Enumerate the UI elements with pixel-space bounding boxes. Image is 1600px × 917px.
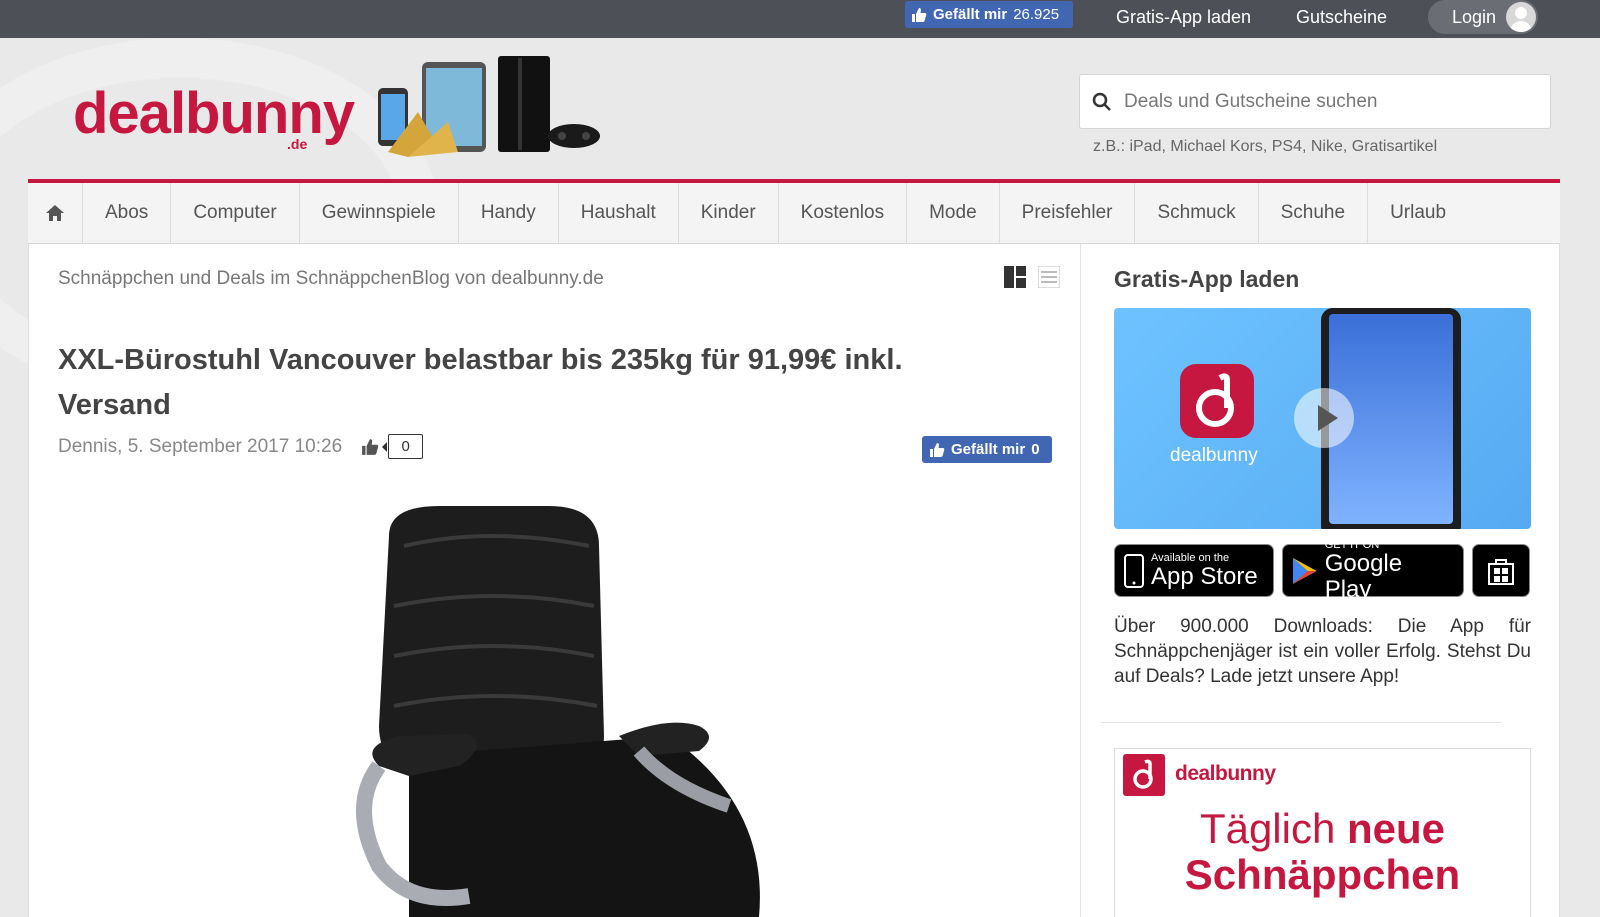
dealbunny-app-icon (1180, 364, 1254, 438)
coupons-link[interactable]: Gutscheine (1296, 5, 1387, 29)
google-play-icon (1292, 557, 1317, 584)
nav-item-computer[interactable]: Computer (171, 183, 300, 243)
search-input[interactable] (1124, 90, 1524, 113)
sidebar-title: Gratis-App laden (1114, 266, 1300, 292)
app-video[interactable]: dealbunny (1114, 308, 1531, 529)
promo-headline-2: Schnäppchen (1184, 851, 1461, 898)
user-avatar-icon (1506, 2, 1536, 32)
office-chair-image[interactable] (349, 506, 769, 917)
login-label: Login (1452, 6, 1497, 27)
view-toggle (1004, 266, 1060, 288)
nav-item-handy[interactable]: Handy (459, 183, 559, 243)
header-products-image (378, 56, 600, 157)
main-nav: Abos Computer Gewinnspiele Handy Haushal… (28, 179, 1560, 244)
nav-item-preisfehler[interactable]: Preisfehler (1000, 183, 1136, 243)
app-store-small-label: Available on the (1151, 551, 1230, 564)
nav-item-urlaub[interactable]: Urlaub (1368, 183, 1468, 243)
windows-store-icon (1488, 558, 1514, 585)
comment-count[interactable]: 0 (382, 434, 424, 459)
facebook-like-count: 26.925 (1013, 6, 1060, 23)
google-play-button[interactable]: GET IT ON Google Play (1282, 539, 1464, 602)
app-description: Über 900.000 Downloads: Die App für Schn… (1114, 616, 1531, 687)
home-icon (46, 205, 64, 221)
nav-item-kinder[interactable]: Kinder (679, 183, 779, 243)
main-content: Schnäppchen und Deals im SchnäppchenBlog… (28, 244, 1080, 917)
search-box[interactable] (1079, 74, 1551, 129)
facebook-like-label: Gefällt mir (933, 6, 1008, 23)
promo-word-taeglich: Täglich (1199, 805, 1336, 852)
nav-item-schuhe[interactable]: Schuhe (1259, 183, 1369, 243)
article-meta: Dennis, 5. September 2017 10:26 0 (58, 434, 424, 459)
nav-item-haushalt[interactable]: Haushalt (559, 183, 679, 243)
promo-headline-1: Täglich neue (1115, 805, 1530, 853)
sidebar: Gratis-App laden dealbunny Available on … (1080, 244, 1560, 917)
nav-item-mode[interactable]: Mode (907, 183, 1000, 243)
site-logo[interactable]: dealbunny (73, 80, 355, 147)
store-badges: Available on the App Store GET IT ON Goo… (1114, 539, 1530, 602)
search-hint: z.B.: iPad, Michael Kors, PS4, Nike, Gra… (1093, 138, 1438, 155)
article-facebook-like-label: Gefällt mir (951, 441, 1026, 458)
thumbs-up-icon (930, 442, 945, 457)
nav-home[interactable] (28, 183, 83, 243)
site-logo-tld: .de (287, 136, 308, 152)
top-bar: Gefällt mir 26.925 Gratis-App laden Guts… (0, 0, 1600, 38)
nav-item-abos[interactable]: Abos (83, 183, 172, 243)
app-store-big-label: App Store (1151, 562, 1258, 590)
article-author-date: Dennis, 5. September 2017 10:26 (58, 435, 343, 457)
thumbs-up-icon[interactable] (360, 438, 380, 456)
promo-brand: dealbunny (1175, 762, 1276, 785)
get-app-link[interactable]: Gratis-App laden (1116, 5, 1251, 29)
article-title[interactable]: XXL-Bürostuhl Vancouver belastbar bis 23… (58, 338, 958, 428)
phone-icon (1124, 553, 1144, 588)
promo-word-neue: neue (1347, 805, 1446, 852)
list-view-icon[interactable] (1038, 266, 1060, 288)
article-facebook-like-count: 0 (1031, 441, 1040, 458)
grid-view-icon[interactable] (1004, 266, 1026, 288)
sidebar-divider (1101, 722, 1501, 723)
blog-heading: Schnäppchen und Deals im SchnäppchenBlog… (58, 268, 604, 289)
article-facebook-like-button[interactable]: Gefällt mir 0 (922, 436, 1052, 463)
google-play-big-label: Google Play (1324, 549, 1403, 603)
search-icon (1080, 92, 1124, 112)
thumbs-up-icon (912, 7, 927, 22)
video-brand-label: dealbunny (1170, 445, 1258, 466)
nav-item-kostenlos[interactable]: Kostenlos (779, 183, 908, 243)
login-button[interactable]: Login (1428, 0, 1538, 34)
facebook-like-button[interactable]: Gefällt mir 26.925 (905, 1, 1073, 28)
dealbunny-promo-icon (1123, 754, 1165, 796)
nav-item-schmuck[interactable]: Schmuck (1135, 183, 1259, 243)
nav-item-gewinnspiele[interactable]: Gewinnspiele (300, 183, 459, 243)
promo-banner[interactable]: dealbunny Täglich neue Schnäppchen (1114, 748, 1531, 917)
app-store-button[interactable]: Available on the App Store (1114, 544, 1274, 597)
windows-store-button[interactable] (1472, 544, 1530, 597)
play-icon[interactable] (1294, 388, 1354, 448)
google-play-small-label: GET IT ON (1324, 538, 1380, 551)
